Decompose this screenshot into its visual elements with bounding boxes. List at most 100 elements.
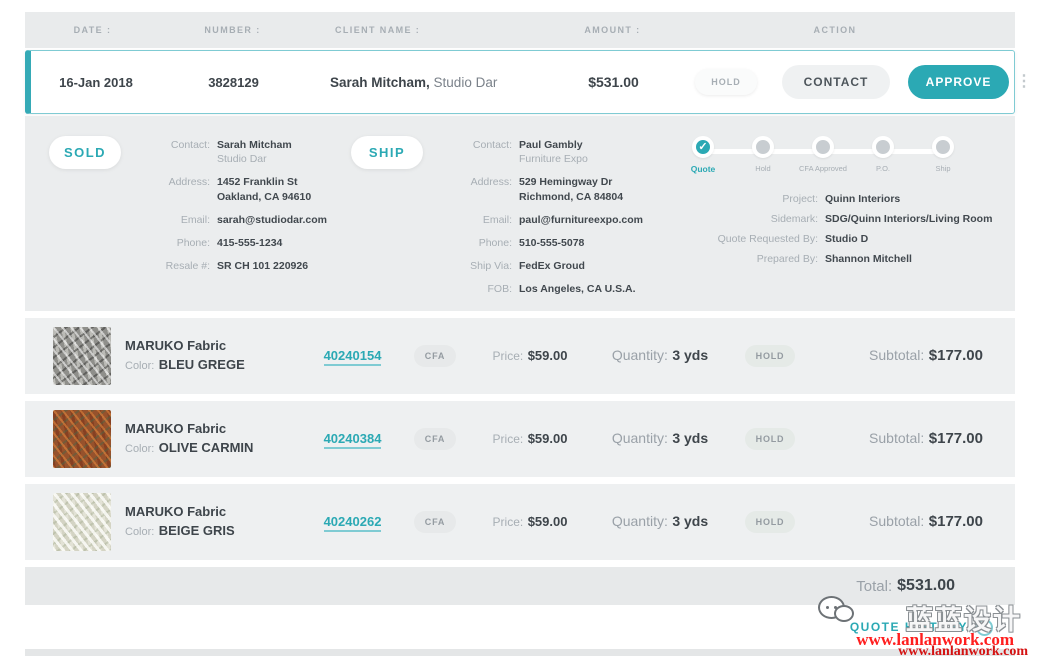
step-quote: ✓ Quote [673, 136, 733, 175]
cfa-badge: CFA [414, 511, 456, 533]
ship-contact-field: Contact: Paul Gambly Furniture Expo [441, 138, 643, 166]
quote-history-link[interactable]: QUOTE HISTORY [850, 619, 993, 636]
step-dot-icon [812, 136, 834, 158]
approve-button[interactable]: APPROVE [908, 65, 1010, 99]
item-color: OLIVE CARMIN [159, 440, 254, 455]
hold-button[interactable]: HOLD [695, 69, 757, 95]
order-client-name: Sarah Mitcham, Studio Dar [306, 75, 546, 90]
subtotal-label: Subtotal: [869, 347, 924, 363]
step-dot-icon [752, 136, 774, 158]
item-name: MARUKO Fabric [125, 338, 305, 353]
field-value-2: Oakland, CA 94610 [217, 190, 311, 204]
total-label: Total: [856, 578, 892, 595]
ship-section: SHIP Contact: Paul Gambly Furniture Expo… [345, 136, 665, 311]
price-value: $59.00 [528, 348, 568, 363]
progress-stepper: ✓ Quote Hold CFA Approved P.O. Shi [673, 136, 973, 175]
field-label: Email: [139, 213, 217, 227]
field-value: 529 Hemingway Dr [519, 176, 612, 188]
field-label: Contact: [139, 138, 217, 166]
step-hold: Hold [733, 136, 793, 175]
quantity-value: 3 yds [672, 347, 708, 363]
column-header-date[interactable]: DATE : [25, 25, 160, 35]
step-label: CFA Approved [799, 164, 847, 174]
sold-section: SOLD Contact: Sarah Mitcham Studio Dar A… [25, 136, 345, 311]
ship-badge[interactable]: SHIP [351, 136, 423, 169]
item-number-link[interactable]: 40240154 [324, 348, 382, 366]
field-value: sarah@studiodar.com [217, 213, 327, 227]
meta-label: Quote Requested By: [665, 233, 825, 245]
color-label: Color: [125, 443, 154, 455]
step-po: P.O. [853, 136, 913, 175]
divider [25, 649, 1015, 656]
quantity-label: Quantity: [612, 347, 668, 363]
field-value: paul@furnitureexpo.com [519, 213, 643, 227]
total-value: $531.00 [897, 577, 955, 595]
item-color: BLEU GREGE [159, 357, 245, 372]
ship-email-field: Email: paul@furnitureexpo.com [441, 213, 643, 227]
sold-email-field: Email: sarah@studiodar.com [139, 213, 327, 227]
order-date: 16-Jan 2018 [31, 75, 161, 90]
step-dot-icon [932, 136, 954, 158]
field-label: Phone: [441, 236, 519, 250]
ship-fob-field: FOB: Los Angeles, CA U.S.A. [441, 282, 643, 296]
row-menu-icon[interactable]: ⋮ [1016, 79, 1032, 85]
field-value: SR CH 101 220926 [217, 259, 308, 273]
total-row: Total: $531.00 [25, 567, 1015, 605]
contact-button[interactable]: CONTACT [782, 65, 891, 99]
field-value: Paul Gambly [519, 139, 583, 151]
meta-value: Shannon Mitchell [825, 253, 912, 265]
item-hold-button[interactable]: HOLD [745, 345, 796, 367]
subtotal-value: $177.00 [929, 513, 983, 530]
price-label: Price: [493, 349, 524, 363]
cfa-badge: CFA [414, 345, 456, 367]
item-hold-button[interactable]: HOLD [745, 428, 796, 450]
price-value: $59.00 [528, 431, 568, 446]
quote-page: DATE : NUMBER : CLIENT NAME : AMOUNT : A… [25, 12, 1015, 656]
quantity-value: 3 yds [672, 430, 708, 446]
sold-resale-field: Resale #: SR CH 101 220926 [139, 259, 327, 273]
sold-badge[interactable]: SOLD [49, 136, 121, 169]
field-label: Contact: [441, 138, 519, 166]
step-label: Hold [755, 164, 770, 174]
field-value: 415-555-1234 [217, 236, 282, 250]
field-value-2: Richmond, CA 84804 [519, 190, 623, 204]
item-hold-button[interactable]: HOLD [745, 511, 796, 533]
quantity-label: Quantity: [612, 430, 668, 446]
meta-value: Quinn Interiors [825, 193, 900, 205]
field-value: Los Angeles, CA U.S.A. [519, 282, 636, 296]
field-value-2: Furniture Expo [519, 152, 588, 166]
status-and-meta-section: ✓ Quote Hold CFA Approved P.O. Shi [665, 136, 1015, 311]
meta-label: Sidemark: [665, 213, 825, 225]
item-number-link[interactable]: 40240262 [324, 514, 382, 532]
item-color: BEIGE GRIS [159, 523, 235, 538]
ship-phone-field: Phone: 510-555-5078 [441, 236, 643, 250]
field-label: FOB: [441, 282, 519, 296]
ship-via-field: Ship Via: FedEx Groud [441, 259, 643, 273]
field-label: Address: [139, 175, 217, 203]
column-header-amount[interactable]: AMOUNT : [545, 25, 680, 35]
step-dot-icon [872, 136, 894, 158]
column-header-number[interactable]: NUMBER : [160, 25, 305, 35]
meta-value: Studio D [825, 233, 868, 245]
step-label: Ship [935, 164, 950, 174]
meta-quote-requested-by: Quote Requested By: Studio D [665, 233, 995, 245]
meta-label: Project: [665, 193, 825, 205]
client-company-text: Studio Dar [434, 75, 498, 90]
sold-contact-field: Contact: Sarah Mitcham Studio Dar [139, 138, 327, 166]
chevron-up-circle-icon [976, 619, 993, 636]
item-number-link[interactable]: 40240384 [324, 431, 382, 449]
quantity-value: 3 yds [672, 513, 708, 529]
list-header: DATE : NUMBER : CLIENT NAME : AMOUNT : A… [25, 12, 1015, 48]
price-label: Price: [493, 432, 524, 446]
meta-label: Prepared By: [665, 253, 825, 265]
meta-project: Project: Quinn Interiors [665, 193, 995, 205]
client-name-text: Sarah Mitcham, [330, 75, 430, 90]
item-name: MARUKO Fabric [125, 504, 305, 519]
quantity-label: Quantity: [612, 513, 668, 529]
order-row-selected[interactable]: 16-Jan 2018 3828129 Sarah Mitcham, Studi… [25, 50, 1015, 114]
field-label: Address: [441, 175, 519, 203]
field-value: 1452 Franklin St [217, 176, 298, 188]
order-number: 3828129 [161, 75, 306, 90]
line-item-row: MARUKO Fabric Color: OLIVE CARMIN 402403… [25, 401, 1015, 477]
column-header-client-name[interactable]: CLIENT NAME : [305, 25, 545, 35]
